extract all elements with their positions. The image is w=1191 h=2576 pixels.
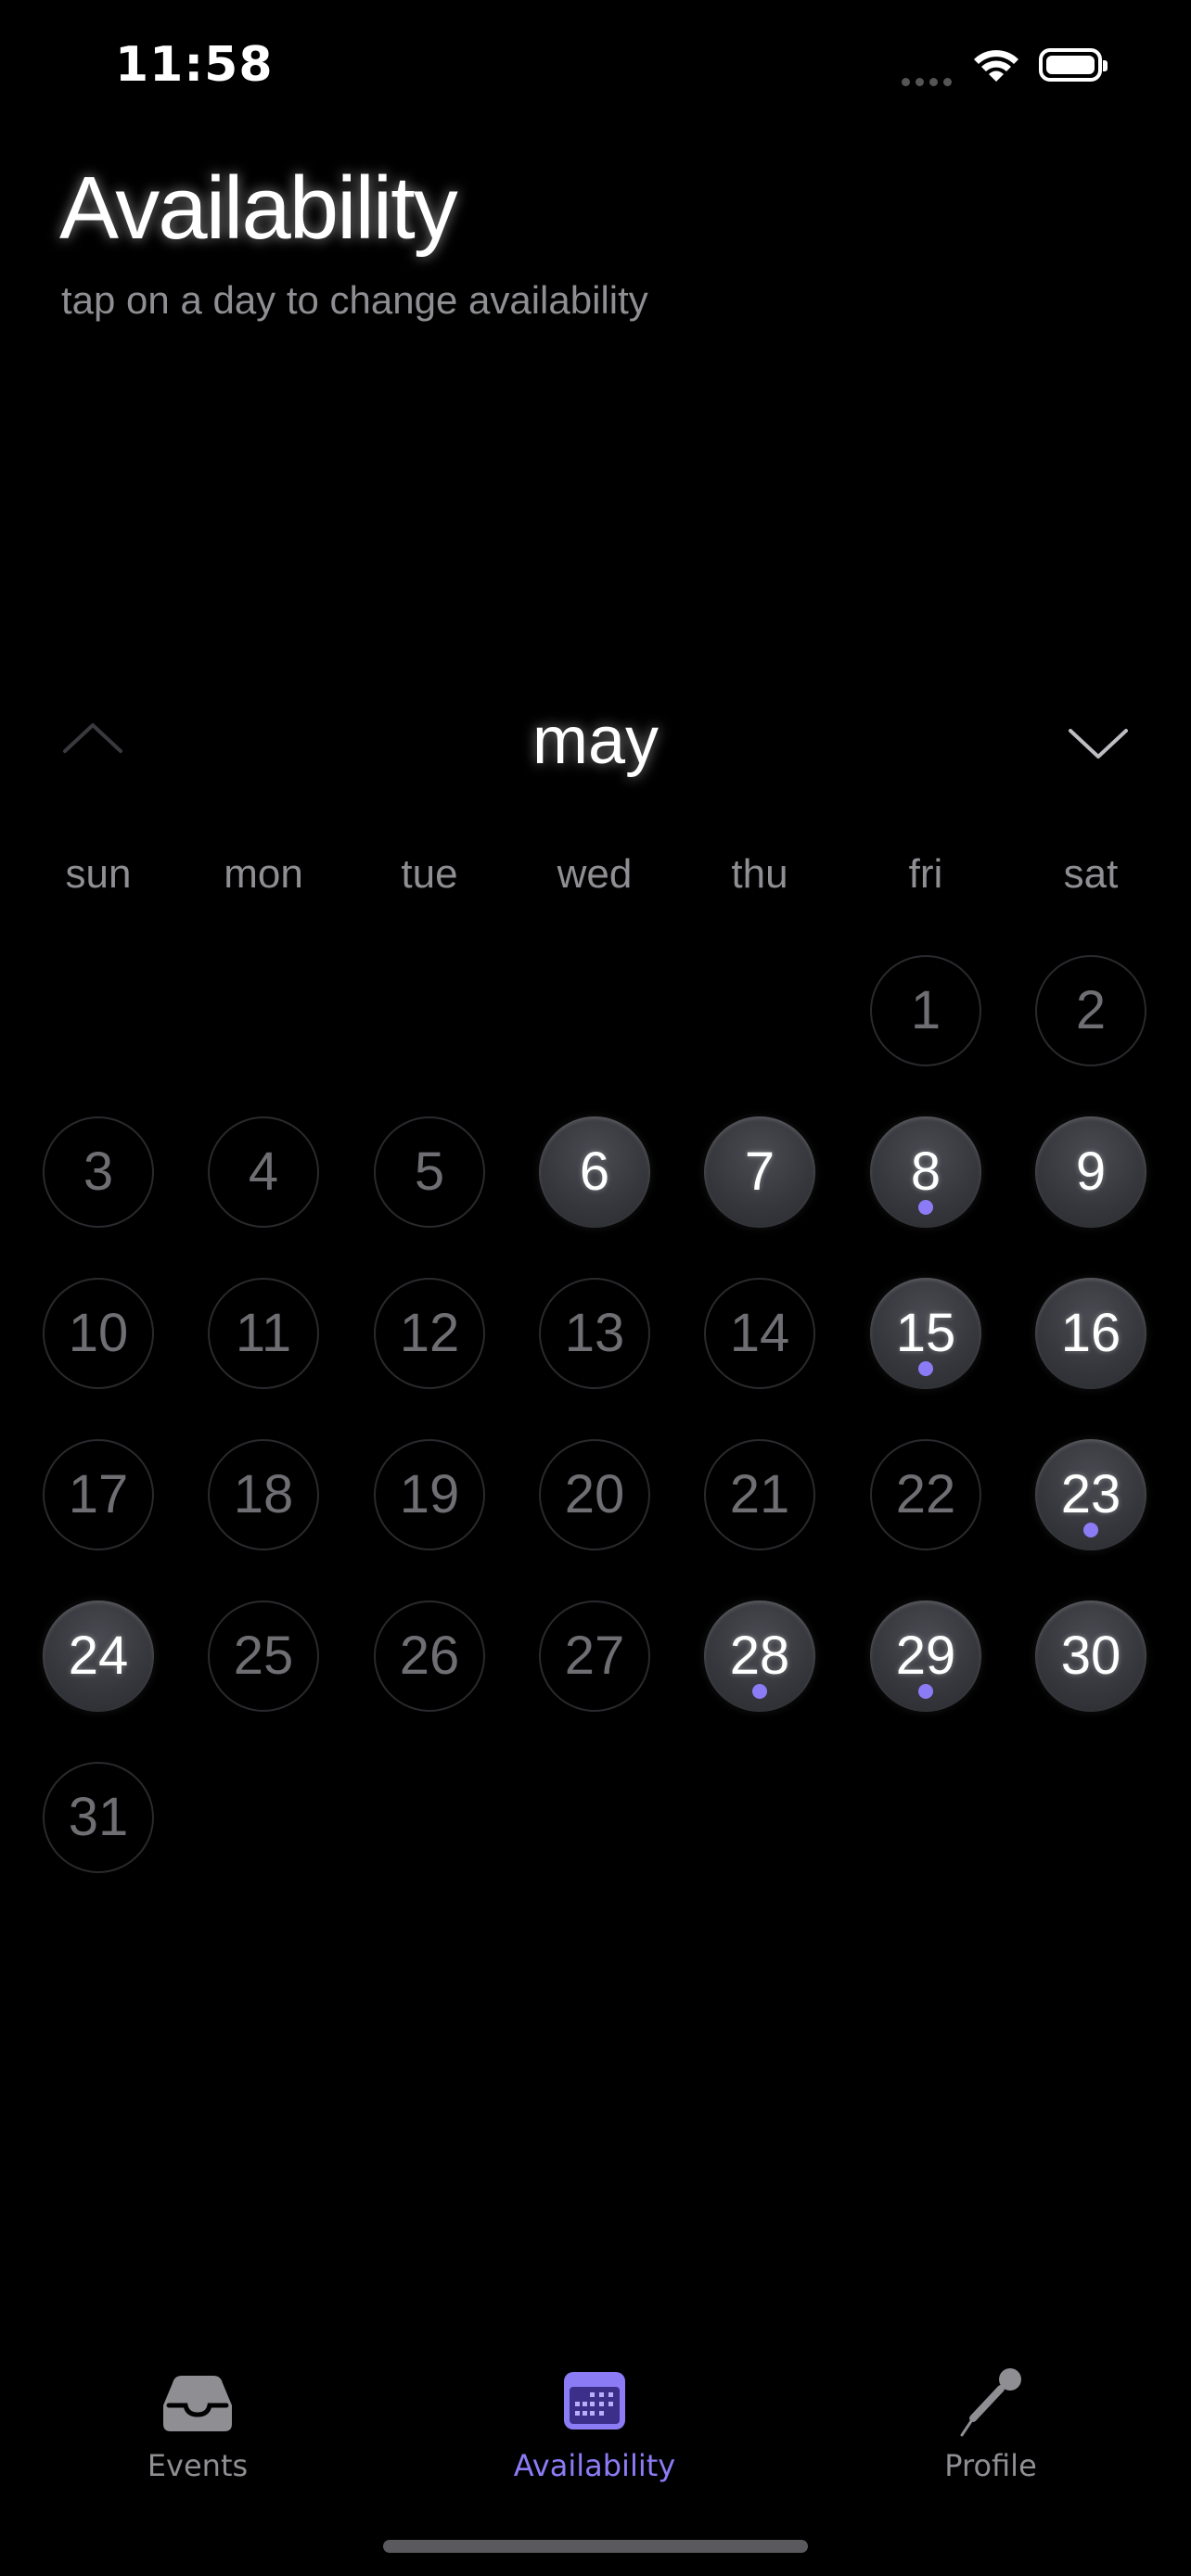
day-number: 21 <box>729 1464 790 1524</box>
tab-label: Availability <box>513 2448 676 2483</box>
day-number: 19 <box>399 1464 460 1524</box>
calendar-day-13[interactable]: 13 <box>539 1278 650 1389</box>
calendar-day-10[interactable]: 10 <box>43 1278 154 1389</box>
calendar-day-7[interactable]: 7 <box>704 1116 815 1228</box>
calendar-day-24[interactable]: 24 <box>43 1600 154 1712</box>
calendar-day-12[interactable]: 12 <box>374 1278 485 1389</box>
home-indicator <box>383 2540 808 2553</box>
weekday-header-row: sun mon tue wed thu fri sat <box>0 851 1191 907</box>
day-number: 4 <box>248 1141 279 1202</box>
weekday-label-tue: tue <box>401 851 458 897</box>
calendar-day-16[interactable]: 16 <box>1035 1278 1146 1389</box>
calendar-day-11[interactable]: 11 <box>208 1278 319 1389</box>
status-time: 11:58 <box>115 37 274 93</box>
weekday-label-mon: mon <box>224 851 303 897</box>
calendar-day-28[interactable]: 28 <box>704 1600 815 1712</box>
day-number: 28 <box>729 1626 790 1686</box>
battery-icon <box>1039 48 1108 82</box>
day-number: 30 <box>1060 1626 1121 1686</box>
calendar-day-18[interactable]: 18 <box>208 1439 319 1550</box>
day-number: 17 <box>68 1464 129 1524</box>
day-number: 31 <box>68 1787 129 1847</box>
weekday-label-thu: thu <box>731 851 788 897</box>
calendar-day-grid: 1 2 3 4 5 6 7 8 9 10 11 12 13 14 15 16 17 18 19 20 21 22 23 24 2… <box>0 0 1191 2576</box>
tab-profile[interactable]: Profile <box>852 2337 1130 2483</box>
day-number: 25 <box>233 1626 294 1686</box>
day-number: 8 <box>910 1141 941 1202</box>
calendar-day-15[interactable]: 15 <box>870 1278 981 1389</box>
page-title: Availability <box>59 159 458 258</box>
tab-events[interactable]: Events <box>58 2337 337 2483</box>
day-number: 20 <box>564 1464 625 1524</box>
day-number: 23 <box>1060 1464 1121 1524</box>
calendar-day-27[interactable]: 27 <box>539 1600 650 1712</box>
day-number: 26 <box>399 1626 460 1686</box>
event-indicator-dot <box>918 1684 933 1699</box>
weekday-label-sat: sat <box>1063 851 1119 897</box>
calendar-day-29[interactable]: 29 <box>870 1600 981 1712</box>
day-number: 7 <box>744 1141 775 1202</box>
calendar-icon <box>564 2372 625 2429</box>
calendar-day-31[interactable]: 31 <box>43 1762 154 1873</box>
day-number: 1 <box>910 980 941 1040</box>
calendar-day-17[interactable]: 17 <box>43 1439 154 1550</box>
day-number: 11 <box>235 1303 292 1363</box>
status-bar: 11:58 <box>0 0 1191 130</box>
day-number: 9 <box>1075 1141 1107 1202</box>
day-number: 2 <box>1075 980 1107 1040</box>
calendar-day-3[interactable]: 3 <box>43 1116 154 1228</box>
calendar-day-9[interactable]: 9 <box>1035 1116 1146 1228</box>
month-navigation: may <box>0 686 1191 797</box>
day-number: 15 <box>895 1303 956 1363</box>
calendar-day-2[interactable]: 2 <box>1035 955 1146 1066</box>
tab-label: Profile <box>944 2448 1037 2483</box>
weekday-label-wed: wed <box>557 851 633 897</box>
calendar-day-6[interactable]: 6 <box>539 1116 650 1228</box>
event-indicator-dot <box>1083 1523 1098 1537</box>
tab-label: Events <box>147 2448 249 2483</box>
calendar-day-26[interactable]: 26 <box>374 1600 485 1712</box>
inbox-tray-icon <box>163 2376 232 2431</box>
day-number: 5 <box>414 1141 445 1202</box>
calendar-day-21[interactable]: 21 <box>704 1439 815 1550</box>
month-title: may <box>531 704 660 778</box>
day-number: 27 <box>564 1626 625 1686</box>
day-number: 29 <box>895 1626 956 1686</box>
event-indicator-dot <box>918 1200 933 1215</box>
day-number: 10 <box>68 1303 129 1363</box>
calendar-day-14[interactable]: 14 <box>704 1278 815 1389</box>
day-number: 24 <box>68 1626 129 1686</box>
wifi-icon <box>974 50 1018 82</box>
next-month-chevron-down-icon[interactable] <box>1065 714 1132 770</box>
day-number: 12 <box>399 1303 460 1363</box>
day-number: 16 <box>1060 1303 1121 1363</box>
page-subtitle: tap on a day to change availability <box>61 278 648 322</box>
tab-availability[interactable]: Availability <box>455 2337 734 2483</box>
event-indicator-dot <box>918 1361 933 1376</box>
calendar-day-25[interactable]: 25 <box>208 1600 319 1712</box>
calendar-day-30[interactable]: 30 <box>1035 1600 1146 1712</box>
calendar-day-5[interactable]: 5 <box>374 1116 485 1228</box>
event-indicator-dot <box>752 1684 767 1699</box>
calendar-day-19[interactable]: 19 <box>374 1439 485 1550</box>
microphone-icon <box>960 2368 1021 2437</box>
calendar-day-23[interactable]: 23 <box>1035 1439 1146 1550</box>
calendar-day-4[interactable]: 4 <box>208 1116 319 1228</box>
day-number: 6 <box>579 1141 610 1202</box>
calendar-day-1[interactable]: 1 <box>870 955 981 1066</box>
calendar-day-20[interactable]: 20 <box>539 1439 650 1550</box>
cellular-signal-icon <box>902 74 957 91</box>
day-number: 18 <box>233 1464 294 1524</box>
weekday-label-sun: sun <box>65 851 132 897</box>
day-number: 22 <box>895 1464 956 1524</box>
day-number: 14 <box>729 1303 790 1363</box>
calendar-day-8[interactable]: 8 <box>870 1116 981 1228</box>
day-number: 13 <box>564 1303 625 1363</box>
day-number: 3 <box>83 1141 114 1202</box>
calendar-day-22[interactable]: 22 <box>870 1439 981 1550</box>
weekday-label-fri: fri <box>908 851 943 897</box>
